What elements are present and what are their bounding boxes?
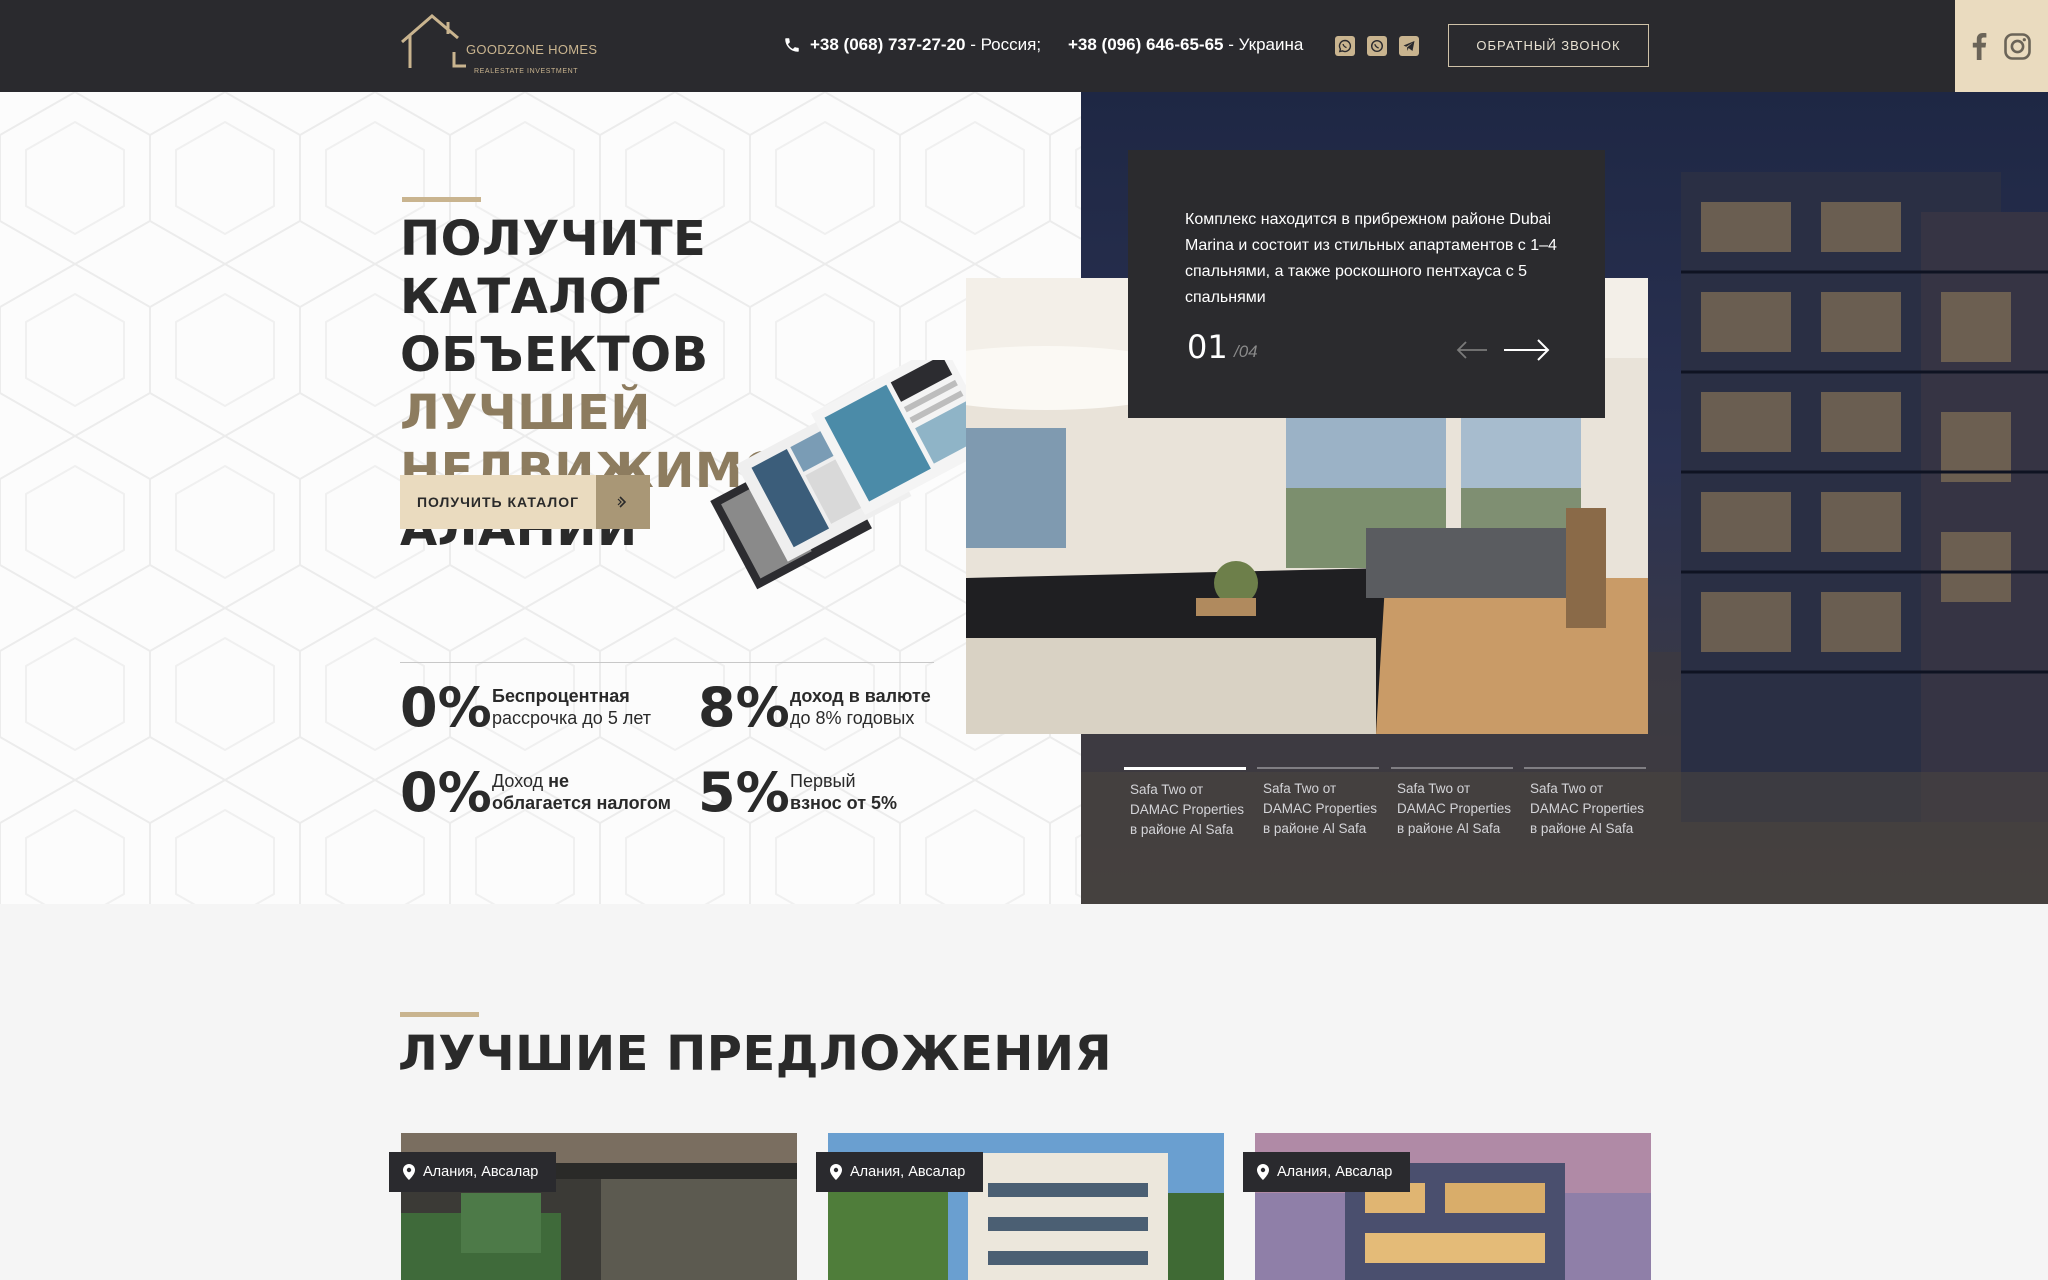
slide-tab-3-bar xyxy=(1391,767,1513,769)
chevron-right-icon xyxy=(596,475,650,529)
hero-title-line-2b: ЛУЧШЕЙ xyxy=(400,385,651,441)
stat-downpayment-line2: взнос от 5% xyxy=(790,793,898,813)
stat-tax-text: Доход не облагается налогом xyxy=(492,770,671,814)
telegram-icon[interactable] xyxy=(1399,36,1419,56)
slide-tab-3-line3: в районе Al Safa xyxy=(1397,821,1501,836)
stat-downpayment-value: 5% xyxy=(698,761,790,824)
offer-location-badge-2: Алания, Авсалар xyxy=(816,1152,984,1192)
stat-installment-line2: рассрочка до 5 лет xyxy=(492,708,651,728)
instagram-icon[interactable] xyxy=(2004,33,2031,60)
facebook-icon[interactable] xyxy=(1971,32,1987,60)
arrow-left-icon[interactable] xyxy=(1456,340,1488,360)
hero-title-line-2a: ОБЪЕКТОВ xyxy=(400,327,709,383)
slide-tab-3-label: Safa Two от DAMAC Properties в районе Al… xyxy=(1391,779,1513,839)
stat-tax-value: 0% xyxy=(400,761,492,824)
social-links xyxy=(1955,0,2048,92)
offers-title: ЛУЧШИЕ ПРЕДЛОЖЕНИЯ xyxy=(398,1026,1113,1082)
slide-tab-1-line2: DAMAC Properties xyxy=(1130,802,1245,817)
offer-location-2: Алания, Авсалар xyxy=(850,1164,966,1180)
slide-tab-4-line2: DAMAC Properties xyxy=(1530,801,1645,816)
map-pin-icon xyxy=(403,1164,415,1180)
stat-installment-text: Беспроцентная рассрочка до 5 лет xyxy=(492,685,651,729)
phone-ukraine[interactable]: +38 (096) 646-65-65 - Украина xyxy=(1068,35,1303,55)
slide-tab-4-bar xyxy=(1524,767,1646,769)
slide-tab-3[interactable]: Safa Two от DAMAC Properties в районе Al… xyxy=(1391,767,1513,839)
site-header: GOODZONE HOMES REALESTATE INVESTMENT +38… xyxy=(0,0,2048,92)
get-catalog-label: ПОЛУЧИТЬ КАТАЛОГ xyxy=(416,494,580,510)
slide-description: Комплекс находится в прибрежном районе D… xyxy=(1185,211,1557,306)
whatsapp-icon[interactable] xyxy=(1367,36,1387,56)
slide-tab-3-line2: DAMAC Properties xyxy=(1397,801,1512,816)
stat-tax-line1-b: не xyxy=(548,771,570,791)
slide-tab-3-line1: Safa Two от xyxy=(1397,781,1471,796)
offer-location-3: Алания, Авсалар xyxy=(1277,1164,1393,1180)
slide-tab-2-line2: DAMAC Properties xyxy=(1263,801,1378,816)
offer-location-badge-3: Алания, Авсалар xyxy=(1243,1152,1411,1192)
slide-tab-4-line3: в районе Al Safa xyxy=(1530,821,1634,836)
slide-tab-2-line1: Safa Two от xyxy=(1263,781,1337,796)
phone-russia-number: +38 (068) 737-27-20 xyxy=(810,35,966,54)
hero-title-line-1: ПОЛУЧИТЕ КАТАЛОГ xyxy=(400,211,707,325)
slide-tab-1-label: Safa Two от DAMAC Properties в районе Al… xyxy=(1124,780,1246,840)
slide-current-index: 01 xyxy=(1187,328,1228,366)
stat-income-text: доход в валюте до 8% годовых xyxy=(790,685,931,729)
offer-location-1: Алания, Авсалар xyxy=(423,1164,539,1180)
phone-russia[interactable]: +38 (068) 737-27-20 - Россия; xyxy=(810,35,1041,55)
offers-accent-line xyxy=(400,1012,479,1017)
stat-installment-line1: Беспроцентная xyxy=(492,686,630,706)
slide-tab-1-bar xyxy=(1124,767,1246,770)
slide-tab-4-line1: Safa Two от xyxy=(1530,781,1604,796)
get-catalog-button[interactable]: ПОЛУЧИТЬ КАТАЛОГ xyxy=(400,475,650,529)
slide-tab-2[interactable]: Safa Two от DAMAC Properties в районе Al… xyxy=(1257,767,1379,839)
slide-tab-4[interactable]: Safa Two от DAMAC Properties в районе Al… xyxy=(1524,767,1646,839)
slide-tab-1-line3: в районе Al Safa xyxy=(1130,822,1234,837)
viber-icon[interactable] xyxy=(1335,36,1355,56)
slide-tab-2-line3: в районе Al Safa xyxy=(1263,821,1367,836)
map-pin-icon xyxy=(830,1164,842,1180)
slide-info-card: Комплекс находится в прибрежном районе D… xyxy=(1128,150,1605,418)
slide-tab-2-label: Safa Two от DAMAC Properties в районе Al… xyxy=(1257,779,1379,839)
arrow-right-icon[interactable] xyxy=(1503,338,1551,362)
stat-downpayment-text: Первый взнос от 5% xyxy=(790,770,897,814)
stat-tax-line1: Доход не xyxy=(492,770,671,792)
stat-installment-value: 0% xyxy=(400,676,492,739)
house-logo-icon xyxy=(401,14,466,68)
stat-income-value: 8% xyxy=(698,676,790,739)
phone-ukraine-label: - Украина xyxy=(1223,35,1304,54)
stat-downpayment-line1: Первый xyxy=(790,771,856,791)
slide-total-count: /04 xyxy=(1234,342,1258,361)
stat-income-line2: до 8% годовых xyxy=(790,708,915,728)
logo[interactable]: GOODZONE HOMES REALESTATE INVESTMENT xyxy=(398,12,597,80)
stat-tax-line1-a: Доход xyxy=(492,771,549,791)
hero-accent-line xyxy=(402,197,481,202)
offer-location-badge-1: Алания, Авсалар xyxy=(389,1152,557,1192)
stat-income-line1: доход в валюте xyxy=(790,686,931,706)
slide-tab-1[interactable]: Safa Two от DAMAC Properties в районе Al… xyxy=(1124,767,1246,840)
callback-button[interactable]: ОБРАТНЫЙ ЗВОНОК xyxy=(1448,24,1649,67)
phone-ukraine-number: +38 (096) 646-65-65 xyxy=(1068,35,1224,54)
logo-tagline: REALESTATE INVESTMENT xyxy=(474,68,579,75)
stat-tax-line2: облагается налогом xyxy=(492,793,671,813)
phone-icon xyxy=(785,38,799,52)
map-pin-icon xyxy=(1257,1164,1269,1180)
logo-name: GOODZONE HOMES xyxy=(466,42,598,57)
hero-divider xyxy=(400,662,934,663)
slide-tab-1-line1: Safa Two от xyxy=(1130,782,1204,797)
slide-tab-2-bar xyxy=(1257,767,1379,769)
phone-russia-label: - Россия; xyxy=(965,35,1042,54)
slide-tab-4-label: Safa Two от DAMAC Properties в районе Al… xyxy=(1524,779,1646,839)
